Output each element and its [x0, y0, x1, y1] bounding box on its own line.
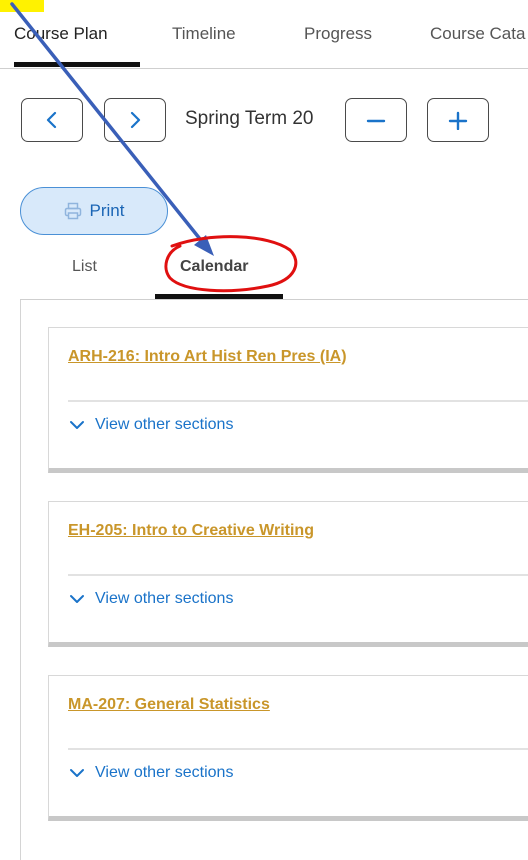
- card-divider: [68, 400, 528, 402]
- view-other-sections-label: View other sections: [95, 764, 234, 781]
- chevron-right-icon: [130, 111, 141, 129]
- course-title-link[interactable]: ARH-216: Intro Art Hist Ren Pres (IA): [68, 348, 347, 366]
- chevron-down-icon: [70, 421, 84, 429]
- course-card-arh-216: ARH-216: Intro Art Hist Ren Pres (IA) Vi…: [48, 327, 528, 473]
- tab-timeline[interactable]: Timeline: [172, 24, 236, 44]
- view-other-sections-toggle[interactable]: View other sections: [69, 764, 233, 782]
- top-tab-bar: Course Plan Timeline Progress Course Cat…: [0, 0, 528, 69]
- view-other-sections-toggle[interactable]: View other sections: [69, 416, 233, 434]
- tab-course-plan[interactable]: Course Plan: [14, 24, 108, 44]
- term-label: Spring Term 20: [185, 108, 314, 129]
- add-term-button[interactable]: [427, 98, 489, 142]
- tab-list[interactable]: List: [72, 258, 97, 276]
- course-card-ma-207: MA-207: General Statistics View other se…: [48, 675, 528, 821]
- view-other-sections-label: View other sections: [95, 590, 234, 607]
- tab-course-catalog[interactable]: Course Cata: [430, 24, 525, 44]
- minus-icon: [366, 119, 386, 123]
- course-card-eh-205: EH-205: Intro to Creative Writing View o…: [48, 501, 528, 647]
- previous-term-button[interactable]: [21, 98, 83, 142]
- view-other-sections-label: View other sections: [95, 416, 234, 433]
- course-title-link[interactable]: MA-207: General Statistics: [68, 696, 270, 714]
- tab-calendar[interactable]: Calendar: [180, 258, 248, 276]
- printer-icon: [64, 202, 81, 220]
- card-divider: [68, 574, 528, 576]
- active-tab-underline: [14, 62, 140, 67]
- next-term-button[interactable]: [104, 98, 166, 142]
- chevron-left-icon: [46, 111, 57, 129]
- yellow-highlight-mark: [0, 0, 44, 12]
- chevron-down-icon: [70, 595, 84, 603]
- print-label: Print: [89, 201, 125, 220]
- chevron-down-icon: [70, 769, 84, 777]
- print-button[interactable]: Print: [20, 187, 168, 235]
- plus-icon: [448, 111, 468, 130]
- course-title-link[interactable]: EH-205: Intro to Creative Writing: [68, 522, 314, 540]
- tab-progress[interactable]: Progress: [304, 24, 372, 44]
- remove-term-button[interactable]: [345, 98, 407, 142]
- card-divider: [68, 748, 528, 750]
- view-other-sections-toggle[interactable]: View other sections: [69, 590, 233, 608]
